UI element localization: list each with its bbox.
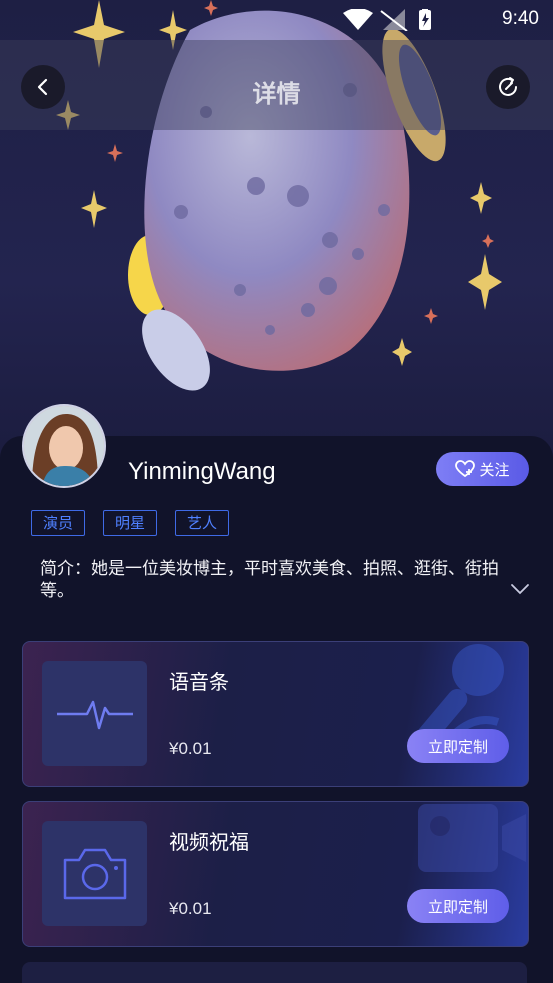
follow-label: 关注 — [479, 460, 510, 479]
signal-icon — [380, 9, 408, 31]
product-price: ¥0.01 — [169, 899, 212, 918]
follow-button[interactable]: 关注 — [436, 452, 529, 486]
detail-screen: 9:40 详情 YinmingWang 关注 演员 明星 艺人 简介：她是一位美… — [0, 0, 553, 983]
tag-list: 演员 明星 艺人 — [31, 510, 230, 536]
product-card[interactable]: 视频祝福 ¥0.01 立即定制 — [22, 801, 529, 947]
product-card[interactable]: 语音条 ¥0.01 立即定制 — [22, 641, 529, 787]
intro-text: 简介：她是一位美妆博主，平时喜欢美食、拍照、逛街、街拍等。 — [40, 559, 499, 601]
status-time: 9:40 — [502, 8, 539, 29]
user-name: YinmingWang — [128, 458, 276, 485]
product-title: 语音条 — [169, 670, 229, 694]
product-title: 视频祝福 — [169, 830, 249, 854]
tag-item: 艺人 — [175, 510, 230, 536]
chevron-down-icon[interactable] — [510, 582, 530, 596]
product-price: ¥0.01 — [169, 739, 212, 758]
wifi-icon — [343, 9, 373, 30]
tag-item: 演员 — [31, 510, 86, 536]
share-icon — [499, 77, 517, 96]
customize-button[interactable]: 立即定制 — [407, 729, 509, 763]
heart-plus-icon — [455, 460, 476, 478]
customize-button[interactable]: 立即定制 — [407, 889, 509, 923]
status-bar: 9:40 — [0, 0, 553, 40]
avatar-image — [24, 406, 104, 486]
microphone-icon — [410, 644, 504, 755]
tag-item: 明星 — [103, 510, 158, 536]
page-title: 详情 — [252, 80, 301, 108]
share-button[interactable] — [486, 65, 530, 109]
camera-icon — [63, 848, 126, 899]
avatar[interactable] — [22, 404, 106, 488]
product-card[interactable] — [22, 962, 527, 983]
card-thumbnail — [42, 661, 147, 766]
battery-icon — [419, 9, 431, 30]
waveform-icon — [56, 700, 133, 729]
status-icons — [343, 9, 431, 31]
video-camera-icon — [418, 804, 526, 872]
card-thumbnail — [42, 821, 147, 926]
